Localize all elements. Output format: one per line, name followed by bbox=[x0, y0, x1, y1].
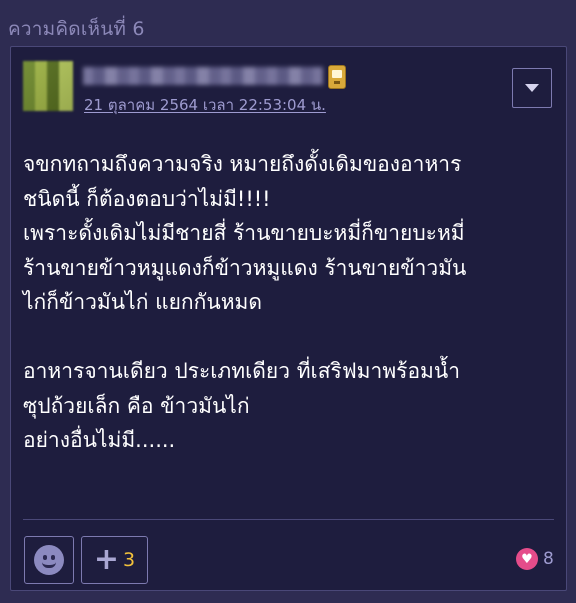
comment-body-line: ชนิดนี้ ก็ต้องตอบว่าไม่มี!!!! bbox=[23, 186, 271, 211]
comment-timestamp[interactable]: 21 ตุลาคม 2564 เวลา 22:53:04 น. bbox=[84, 93, 326, 117]
reaction-summary[interactable]: ♥ 8 bbox=[516, 548, 554, 570]
plus-vote-button[interactable]: + 3 bbox=[81, 536, 148, 584]
comment-body-blank-line bbox=[23, 320, 555, 355]
comment-body-line: จขกทถามถึงความจริง หมายถึงดั้งเดิมของอาห… bbox=[23, 152, 462, 176]
heart-icon: ♥ bbox=[516, 548, 538, 570]
member-badge-icon bbox=[328, 65, 346, 89]
username-blurred[interactable] bbox=[83, 67, 323, 85]
comment-number-label: ความคิดเห็นที่ 6 bbox=[8, 18, 145, 40]
reaction-count: 8 bbox=[543, 549, 554, 569]
plus-icon: + bbox=[93, 542, 120, 577]
comment-body-line: อย่างอื่นไม่มี...... bbox=[23, 428, 176, 452]
comment-body: จขกทถามถึงความจริง หมายถึงดั้งเดิมของอาห… bbox=[23, 147, 555, 458]
smiley-icon bbox=[34, 545, 64, 575]
emoji-reaction-button[interactable] bbox=[24, 536, 74, 584]
comment-body-line: เพราะดั้งเดิมไม่มีชายสี่ ร้านขายบะหมี่ก็… bbox=[23, 221, 465, 245]
comment-card: 21 ตุลาคม 2564 เวลา 22:53:04 น. จขกทถามถ… bbox=[10, 46, 567, 591]
comment-body-line: ไก่ก็ข้าวมันไก่ แยกกันหมด bbox=[23, 290, 263, 314]
avatar[interactable] bbox=[23, 61, 73, 111]
comment-body-line: ซุปถ้วยเล็ก คือ ข้าวมันไก่ bbox=[23, 393, 250, 418]
comment-body-line: ร้านขายข้าวหมูแดงก็ข้าวหมูแดง ร้านขายข้า… bbox=[23, 255, 467, 280]
comment-body-line: อาหารจานเดียว ประเภทเดียว ที่เสริฟมาพร้อ… bbox=[23, 359, 461, 383]
caret-down-icon bbox=[525, 84, 539, 92]
plus-count: 3 bbox=[123, 549, 136, 571]
divider bbox=[23, 519, 554, 520]
comment-menu-button[interactable] bbox=[512, 68, 552, 108]
